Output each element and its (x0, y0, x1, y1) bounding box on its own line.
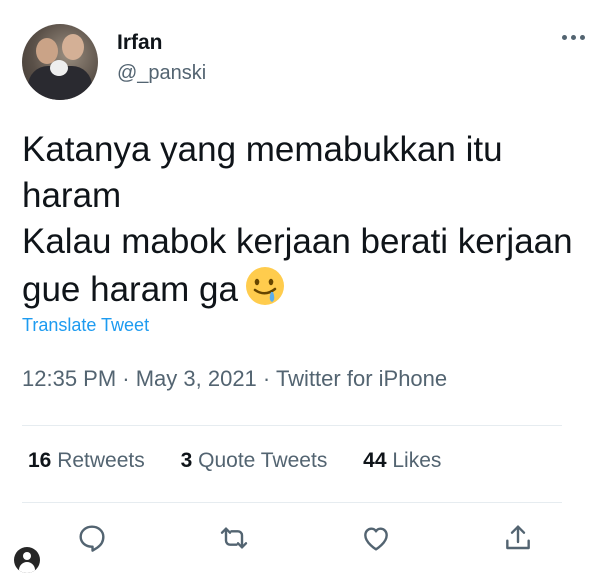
likes-count: 44 (363, 449, 387, 472)
author-handle[interactable]: @_panski (117, 62, 206, 85)
tweet-line: Katanya yang memabukkan itu (22, 130, 503, 169)
action-bar (0, 522, 595, 562)
more-options-icon[interactable] (562, 35, 585, 40)
reply-icon[interactable] (76, 522, 108, 554)
avatar[interactable] (22, 24, 98, 100)
quote-tweets-count: 3 (180, 449, 193, 472)
divider (22, 502, 562, 503)
avatar-face-right (62, 34, 84, 60)
tweet-line: haram (22, 176, 122, 215)
like-icon[interactable] (360, 522, 392, 554)
share-icon[interactable] (502, 522, 534, 554)
profile-icon[interactable] (14, 547, 40, 573)
retweets-label: Retweets (57, 449, 145, 472)
retweet-icon[interactable] (218, 522, 250, 554)
engagement-stats: 16 Retweets 3 Quote Tweets 44 Likes (28, 449, 471, 473)
likes-label: Likes (392, 449, 442, 472)
tweet-line-last: gue haram ga (22, 265, 582, 319)
retweets-stat[interactable]: 16 Retweets (28, 449, 145, 473)
tweet-card: Irfan @_panski Katanya yang memabukkan i… (0, 0, 595, 580)
retweets-count: 16 (28, 449, 52, 472)
avatar-dog (50, 60, 68, 76)
likes-stat[interactable]: 44 Likes (363, 449, 441, 473)
divider (22, 425, 562, 426)
tweet-meta[interactable]: 12:35 PM · May 3, 2021 · Twitter for iPh… (22, 366, 447, 392)
tweet-text: Katanya yang memabukkan itu haram Kalau … (22, 127, 582, 319)
drooling-face-icon (244, 265, 286, 319)
tweet-line: gue haram ga (22, 270, 238, 309)
author-name[interactable]: Irfan (117, 31, 163, 55)
translate-tweet-link[interactable]: Translate Tweet (22, 315, 149, 336)
quote-tweets-label: Quote Tweets (198, 449, 328, 472)
tweet-line: Kalau mabok kerjaan berati kerjaan (22, 222, 573, 261)
quote-tweets-stat[interactable]: 3 Quote Tweets (181, 449, 328, 473)
